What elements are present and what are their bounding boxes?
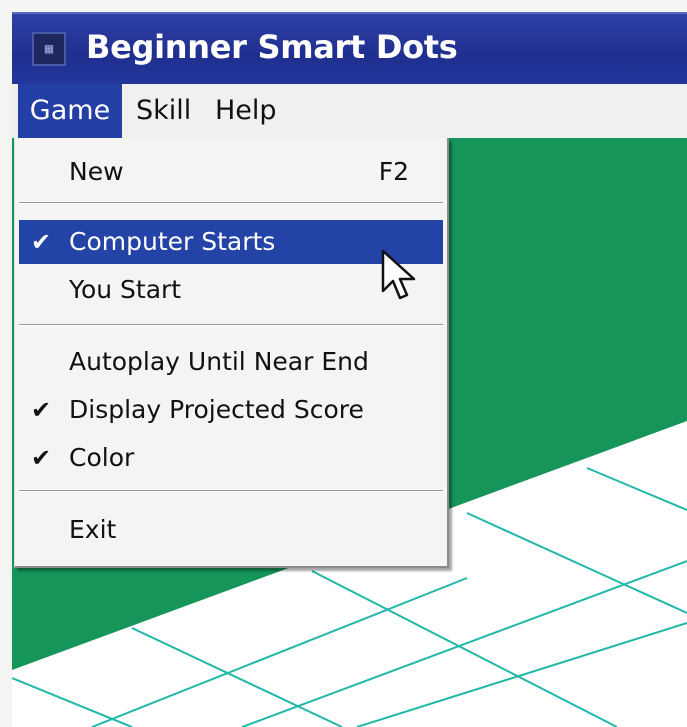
menu-item-exit[interactable]: Exit bbox=[19, 508, 443, 552]
menu-bar: Game Skill Help bbox=[12, 84, 687, 138]
menu-item-color[interactable]: ✔ Color bbox=[19, 436, 443, 480]
menu-item-you-start-label: You Start bbox=[69, 275, 182, 304]
title-bar[interactable]: ▦ Beginner Smart Dots bbox=[12, 12, 687, 84]
menu-separator bbox=[19, 202, 443, 204]
menu-item-color-label: Color bbox=[69, 443, 135, 472]
mouse-pointer-icon bbox=[381, 249, 416, 300]
checkmark-icon: ✔ bbox=[31, 228, 52, 256]
menu-item-new[interactable]: New F2 bbox=[19, 150, 443, 194]
menu-separator bbox=[19, 324, 443, 326]
menu-item-display-projected-score-label: Display Projected Score bbox=[69, 395, 364, 424]
menu-help[interactable]: Help bbox=[215, 84, 277, 138]
checkmark-icon: ✔ bbox=[31, 444, 52, 472]
app-icon: ▦ bbox=[32, 32, 66, 66]
menu-item-new-shortcut: F2 bbox=[378, 157, 409, 186]
menu-item-autoplay-label: Autoplay Until Near End bbox=[69, 347, 369, 376]
checkmark-icon: ✔ bbox=[31, 396, 52, 424]
window-title: Beginner Smart Dots bbox=[86, 28, 458, 66]
menu-item-exit-label: Exit bbox=[69, 515, 117, 544]
menu-item-computer-starts-label: Computer Starts bbox=[69, 227, 276, 256]
menu-item-display-projected-score[interactable]: ✔ Display Projected Score bbox=[19, 388, 443, 432]
game-dropdown-menu: New F2 ✔ Computer Starts You Start Autop… bbox=[14, 138, 449, 568]
menu-separator bbox=[19, 490, 443, 492]
app-window: ▦ Beginner Smart Dots Game Skill Help Ne… bbox=[8, 0, 687, 727]
menu-game[interactable]: Game bbox=[18, 84, 122, 138]
menu-skill[interactable]: Skill bbox=[136, 84, 191, 138]
menu-item-new-label: New bbox=[69, 157, 124, 186]
menu-item-autoplay[interactable]: Autoplay Until Near End bbox=[19, 340, 443, 384]
